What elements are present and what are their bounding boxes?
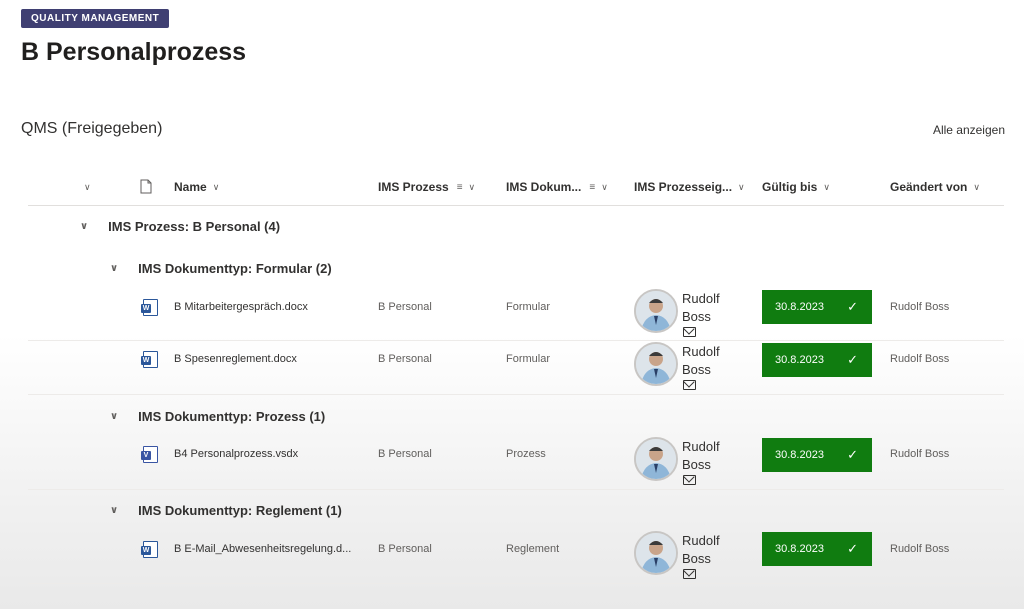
owner-last-name[interactable]: Boss: [682, 361, 711, 379]
owner-first-name[interactable]: Rudolf: [682, 290, 720, 308]
valid-until-date: 30.8.2023: [775, 301, 824, 313]
row-divider: [28, 489, 1004, 490]
changed-by-value[interactable]: Rudolf Boss: [890, 543, 949, 555]
chevron-down-icon[interactable]: ∨: [110, 263, 118, 274]
column-header-ims-dokument[interactable]: IMS Dokum... ≡ ∨: [506, 176, 608, 198]
valid-until-date: 30.8.2023: [775, 449, 824, 461]
group-label: IMS Dokumenttyp: Prozess (1): [138, 409, 326, 424]
chevron-down-icon[interactable]: ∨: [110, 505, 118, 516]
valid-until-badge: 30.8.2023 ✓: [762, 532, 872, 566]
file-name-link[interactable]: B E-Mail_Abwesenheitsregelung.d...: [174, 543, 351, 555]
avatar[interactable]: [634, 437, 678, 481]
row-divider: [28, 394, 1004, 395]
owner-last-name[interactable]: Boss: [682, 550, 711, 568]
valid-until-badge: 30.8.2023 ✓: [762, 290, 872, 324]
column-header-ims-prozess-label: IMS Prozess: [378, 180, 449, 194]
owner-first-name[interactable]: Rudolf: [682, 438, 720, 456]
group-header-prozess[interactable]: ∨ IMS Dokumenttyp: Prozess (1): [110, 409, 325, 424]
person-photo-icon: [636, 533, 676, 573]
owner-last-name[interactable]: Boss: [682, 308, 711, 326]
column-header-gueltig-bis-label: Gültig bis: [762, 180, 818, 194]
word-file-icon: W: [141, 351, 158, 368]
valid-until-date: 30.8.2023: [775, 543, 824, 555]
column-header-ims-prozesseigner[interactable]: IMS Prozesseig... ∨: [634, 176, 745, 198]
file-name-link[interactable]: B Spesenreglement.docx: [174, 353, 297, 365]
column-header-ims-prozesseigner-label: IMS Prozesseig...: [634, 180, 733, 194]
owner-first-name[interactable]: Rudolf: [682, 532, 720, 550]
filter-icon: ≡: [456, 181, 463, 193]
chevron-down-icon[interactable]: ∨: [84, 182, 91, 193]
chevron-down-icon: ∨: [212, 181, 220, 192]
column-header-name[interactable]: Name ∨: [174, 176, 219, 198]
chevron-down-icon[interactable]: ∨: [110, 411, 118, 422]
mail-icon[interactable]: [683, 475, 696, 485]
chevron-down-icon: ∨: [823, 181, 830, 192]
valid-until-date: 30.8.2023: [775, 354, 824, 366]
checkmark-icon: ✓: [847, 352, 858, 367]
group-header-reglement[interactable]: ∨ IMS Dokumenttyp: Reglement (1): [110, 503, 342, 518]
group-header-formular[interactable]: ∨ IMS Dokumenttyp: Formular (2): [110, 261, 332, 276]
ims-dokumenttyp-value: Reglement: [506, 543, 560, 555]
select-all-chevron[interactable]: ∨: [78, 176, 91, 198]
file-type-header-icon[interactable]: [140, 179, 152, 194]
column-header-ims-dokument-label: IMS Dokum...: [506, 180, 582, 194]
ims-prozess-value: B Personal: [378, 301, 432, 313]
visio-file-icon: V: [141, 446, 158, 463]
avatar[interactable]: [634, 289, 678, 333]
changed-by-value[interactable]: Rudolf Boss: [890, 301, 949, 313]
ims-dokumenttyp-value: Prozess: [506, 448, 546, 460]
group-header-ims-prozess[interactable]: ∨ IMS Prozess: B Personal (4): [80, 219, 280, 234]
chevron-down-icon: ∨: [468, 181, 476, 192]
chevron-down-icon[interactable]: ∨: [80, 221, 88, 232]
owner-first-name[interactable]: Rudolf: [682, 343, 720, 361]
file-name-link[interactable]: B4 Personalprozess.vsdx: [174, 448, 298, 460]
ims-prozess-value: B Personal: [378, 543, 432, 555]
group-label: IMS Dokumenttyp: Reglement (1): [138, 503, 342, 518]
valid-until-badge: 30.8.2023 ✓: [762, 343, 872, 377]
row-divider: [28, 340, 1004, 341]
ims-prozess-value: B Personal: [378, 353, 432, 365]
column-header-geaendert-von[interactable]: Geändert von ∨: [890, 176, 980, 198]
page-title: B Personalprozess: [21, 38, 247, 66]
mail-icon[interactable]: [683, 327, 696, 337]
person-photo-icon: [636, 439, 676, 479]
mail-icon[interactable]: [683, 380, 696, 390]
mail-icon[interactable]: [683, 569, 696, 579]
avatar[interactable]: [634, 531, 678, 575]
group-label: IMS Prozess: B Personal (4): [108, 219, 281, 234]
column-header-gueltig-bis[interactable]: Gültig bis ∨: [762, 176, 830, 198]
changed-by-value[interactable]: Rudolf Boss: [890, 353, 949, 365]
chevron-down-icon: ∨: [601, 181, 608, 192]
row-divider: [28, 583, 1004, 584]
changed-by-value[interactable]: Rudolf Boss: [890, 448, 949, 460]
checkmark-icon: ✓: [847, 541, 858, 556]
chevron-down-icon: ∨: [738, 181, 745, 192]
owner-last-name[interactable]: Boss: [682, 456, 711, 474]
ims-dokumenttyp-value: Formular: [506, 353, 551, 365]
column-header-name-label: Name: [174, 180, 207, 194]
show-all-link[interactable]: Alle anzeigen: [933, 123, 1005, 137]
ims-dokumenttyp-value: Formular: [506, 301, 551, 313]
file-name-link[interactable]: B Mitarbeitergespräch.docx: [174, 301, 308, 313]
header-divider: [28, 205, 1004, 206]
column-header-ims-prozess[interactable]: IMS Prozess ≡ ∨: [378, 176, 475, 198]
word-file-icon: W: [141, 299, 158, 316]
person-photo-icon: [636, 344, 676, 384]
word-file-icon: W: [141, 541, 158, 558]
checkmark-icon: ✓: [847, 299, 858, 314]
ims-prozess-value: B Personal: [378, 448, 432, 460]
person-photo-icon: [636, 291, 676, 331]
column-header-geaendert-von-label: Geändert von: [890, 180, 968, 194]
site-badge[interactable]: QUALITY MANAGEMENT: [21, 9, 170, 28]
section-title[interactable]: QMS (Freigegeben): [21, 120, 162, 138]
valid-until-badge: 30.8.2023 ✓: [762, 438, 872, 472]
checkmark-icon: ✓: [847, 447, 858, 462]
chevron-down-icon: ∨: [973, 181, 980, 192]
filter-icon: ≡: [589, 181, 596, 193]
group-label: IMS Dokumenttyp: Formular (2): [138, 261, 332, 276]
avatar[interactable]: [634, 342, 678, 386]
